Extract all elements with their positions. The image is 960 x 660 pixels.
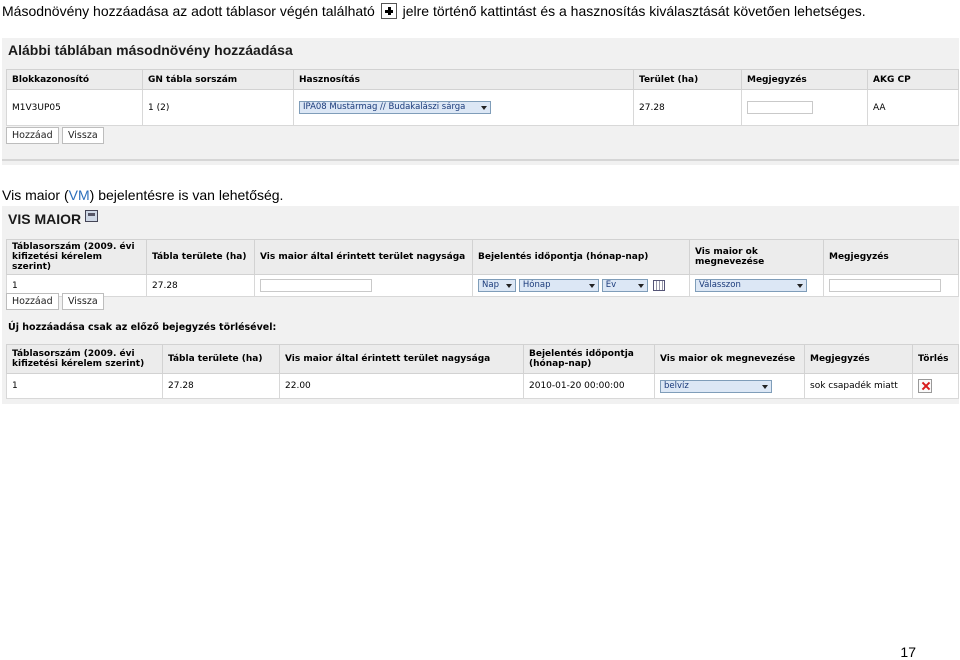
table-row: 1 27.28 Nap Hónap Év Válasszon: [6, 274, 959, 297]
col-reason: Vis maior ok megnevezése: [654, 344, 805, 374]
col-block-id: Blokkazonosító: [6, 69, 143, 90]
cell-table-no: 1: [6, 373, 163, 399]
cell-akg: AA: [867, 89, 959, 126]
col-table-no: Táblasorszám (2009. évi kifizetési kérel…: [6, 239, 147, 275]
cell-table-area: 27.28: [146, 274, 255, 297]
cell-table-area: 27.28: [162, 373, 280, 399]
col-reason: Vis maior ok megnevezése: [689, 239, 824, 275]
col-report-date: Bejelentés időpontja (hónap-nap): [472, 239, 690, 275]
vis-maior-panel: VIS MAIOR Táblasorszám (2009. évi kifize…: [2, 206, 959, 404]
second-crop-table: Blokkazonosító GN tábla sorszám Hasznosí…: [6, 69, 959, 126]
back-button[interactable]: Vissza: [62, 127, 104, 144]
reason-select[interactable]: belvíz: [660, 379, 772, 393]
col-usage: Hasznosítás: [293, 69, 634, 90]
intro-paragraph: Másodnövény hozzáadása az adott táblasor…: [2, 2, 866, 20]
day-select[interactable]: Nap: [478, 279, 516, 292]
cell-affected-area: 22.00: [279, 373, 524, 399]
new-entry-note: Új hozzáadása csak az előző bejegyzés tö…: [8, 322, 277, 333]
cell-note: [741, 89, 868, 126]
cell-gn-number: 1 (2): [142, 89, 294, 126]
vis-maior-title: VIS MAIOR: [8, 210, 99, 227]
cell-area: 27.28: [633, 89, 742, 126]
month-select[interactable]: Hónap: [518, 279, 599, 292]
reason-select[interactable]: Válasszon: [695, 279, 807, 292]
vm-text-before: Vis maior (: [2, 187, 69, 203]
col-report-date: Bejelentés időpontja (hónap-nap): [523, 344, 655, 374]
usage-select[interactable]: IPA08 Mustármag // Budakalászi sárga: [299, 101, 491, 114]
col-table-no: Táblasorszám (2009. évi kifizetési kérel…: [6, 344, 163, 374]
vm-paragraph: Vis maior (VM) bejelentésre is van lehet…: [2, 186, 283, 204]
col-note: Megjegyzés: [741, 69, 868, 90]
vis-maior-existing-header: Táblasorszám (2009. évi kifizetési kérel…: [6, 344, 959, 374]
cell-delete: [912, 373, 959, 399]
vis-maior-form-table: Táblasorszám (2009. évi kifizetési kérel…: [6, 239, 959, 297]
cell-reason: Válasszon: [689, 274, 824, 297]
second-crop-header-row: Blokkazonosító GN tábla sorszám Hasznosí…: [6, 69, 959, 90]
cell-note: [823, 274, 959, 297]
divider: [2, 159, 959, 161]
affected-area-input[interactable]: [260, 279, 372, 292]
col-affected-area: Vis maior által érintett terület nagyság…: [279, 344, 524, 374]
delete-icon[interactable]: [918, 379, 932, 393]
plus-icon: [380, 3, 397, 19]
calendar-icon[interactable]: [652, 280, 665, 291]
col-gn-number: GN tábla sorszám: [142, 69, 294, 90]
intro-text-after: jelre történő kattintást és a hasznosítá…: [402, 3, 866, 19]
vm-abbreviation: VM: [68, 187, 90, 203]
col-table-area: Tábla területe (ha): [146, 239, 255, 275]
vm-text-after: ) bejelentésre is van lehetőség.: [89, 187, 284, 203]
document-icon: [85, 210, 99, 222]
col-delete: Törlés: [912, 344, 959, 374]
col-note: Megjegyzés: [804, 344, 913, 374]
add-button[interactable]: Hozzáad: [6, 127, 59, 144]
back-button[interactable]: Vissza: [62, 293, 104, 310]
col-area: Terület (ha): [633, 69, 742, 90]
vis-maior-existing-table: Táblasorszám (2009. évi kifizetési kérel…: [6, 344, 959, 399]
cell-affected-area: [254, 274, 473, 297]
table-row: M1V3UP05 1 (2) IPA08 Mustármag // Budaka…: [6, 89, 959, 126]
cell-report-date: 2010-01-20 00:00:00: [523, 373, 655, 399]
note-input[interactable]: [829, 279, 941, 292]
add-button[interactable]: Hozzáad: [6, 293, 59, 310]
page-number: 17: [900, 644, 916, 660]
vis-maior-form-header: Táblasorszám (2009. évi kifizetési kérel…: [6, 239, 959, 275]
cell-reason: belvíz: [654, 373, 805, 399]
col-affected-area: Vis maior által érintett terület nagyság…: [254, 239, 473, 275]
cell-block-id: M1V3UP05: [6, 89, 143, 126]
note-input[interactable]: [747, 101, 813, 114]
second-crop-panel: Alábbi táblában másodnövény hozzáadása B…: [2, 38, 959, 165]
cell-report-date: Nap Hónap Év: [472, 274, 690, 297]
table-row: 1 27.28 22.00 2010-01-20 00:00:00 belvíz…: [6, 373, 959, 399]
year-select[interactable]: Év: [601, 279, 648, 292]
cell-note: sok csapadék miatt: [804, 373, 913, 399]
col-table-area: Tábla területe (ha): [162, 344, 280, 374]
second-crop-title: Alábbi táblában másodnövény hozzáadása: [8, 42, 293, 58]
col-note: Megjegyzés: [823, 239, 959, 275]
col-akg: AKG CP: [867, 69, 959, 90]
intro-text-before: Másodnövény hozzáadása az adott táblasor…: [2, 3, 375, 19]
cell-usage: IPA08 Mustármag // Budakalászi sárga: [293, 89, 634, 126]
vis-maior-title-text: VIS MAIOR: [8, 211, 82, 227]
